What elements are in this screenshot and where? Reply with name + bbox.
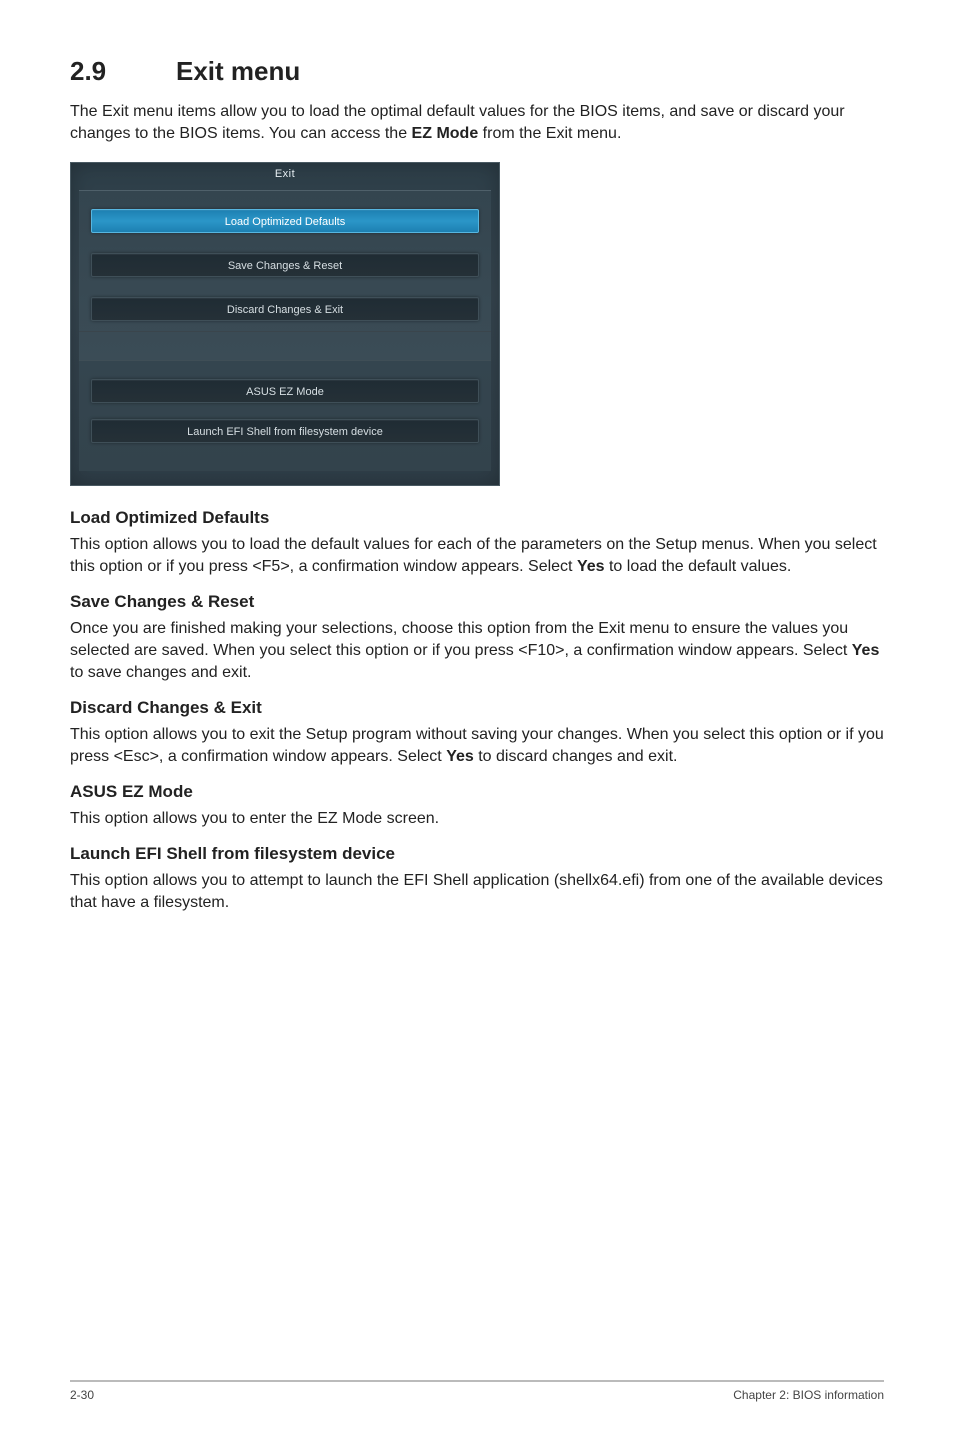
desc-efi-shell: This option allows you to attempt to lau… <box>70 870 884 914</box>
intro-text-2: from the Exit menu. <box>478 125 621 142</box>
bios-item-asus-ez-mode[interactable]: ASUS EZ Mode <box>91 379 479 403</box>
section-title-text: Exit menu <box>176 56 300 86</box>
bios-menu-bottom: ASUS EZ Mode Launch EFI Shell from files… <box>79 360 491 471</box>
section-heading: 2.9Exit menu <box>70 56 884 87</box>
subhead-efi-shell: Launch EFI Shell from filesystem device <box>70 844 884 864</box>
bios-divider <box>79 331 491 332</box>
desc-load-defaults: This option allows you to load the defau… <box>70 534 884 578</box>
desc-text: to load the default values. <box>605 558 792 575</box>
desc-save-reset: Once you are finished making your select… <box>70 618 884 684</box>
intro-bold: EZ Mode <box>412 125 479 142</box>
subhead-discard-exit: Discard Changes & Exit <box>70 698 884 718</box>
bios-item-load-optimized-defaults[interactable]: Load Optimized Defaults <box>91 209 479 233</box>
bios-menu-top: Load Optimized Defaults Save Changes & R… <box>79 190 491 360</box>
intro-paragraph: The Exit menu items allow you to load th… <box>70 101 884 146</box>
desc-bold: Yes <box>852 642 880 659</box>
bios-item-save-changes-reset[interactable]: Save Changes & Reset <box>91 253 479 277</box>
subhead-ez-mode: ASUS EZ Mode <box>70 782 884 802</box>
desc-bold: Yes <box>446 748 474 765</box>
bios-tab-exit[interactable]: Exit <box>249 163 321 190</box>
bios-exit-panel: Exit Load Optimized Defaults Save Change… <box>70 162 500 486</box>
desc-bold: Yes <box>577 558 605 575</box>
bios-item-discard-changes-exit[interactable]: Discard Changes & Exit <box>91 297 479 321</box>
desc-text: to save changes and exit. <box>70 664 251 681</box>
desc-text: to discard changes and exit. <box>474 748 678 765</box>
subhead-save-reset: Save Changes & Reset <box>70 592 884 612</box>
desc-discard-exit: This option allows you to exit the Setup… <box>70 724 884 768</box>
section-number: 2.9 <box>70 56 176 87</box>
desc-ez-mode: This option allows you to enter the EZ M… <box>70 808 884 830</box>
page-number: 2-30 <box>70 1388 94 1402</box>
subhead-load-defaults: Load Optimized Defaults <box>70 508 884 528</box>
page-footer: 2-30 Chapter 2: BIOS information <box>70 1380 884 1402</box>
bios-item-launch-efi-shell[interactable]: Launch EFI Shell from filesystem device <box>91 419 479 443</box>
desc-text: Once you are finished making your select… <box>70 620 852 659</box>
chapter-label: Chapter 2: BIOS information <box>733 1388 884 1402</box>
